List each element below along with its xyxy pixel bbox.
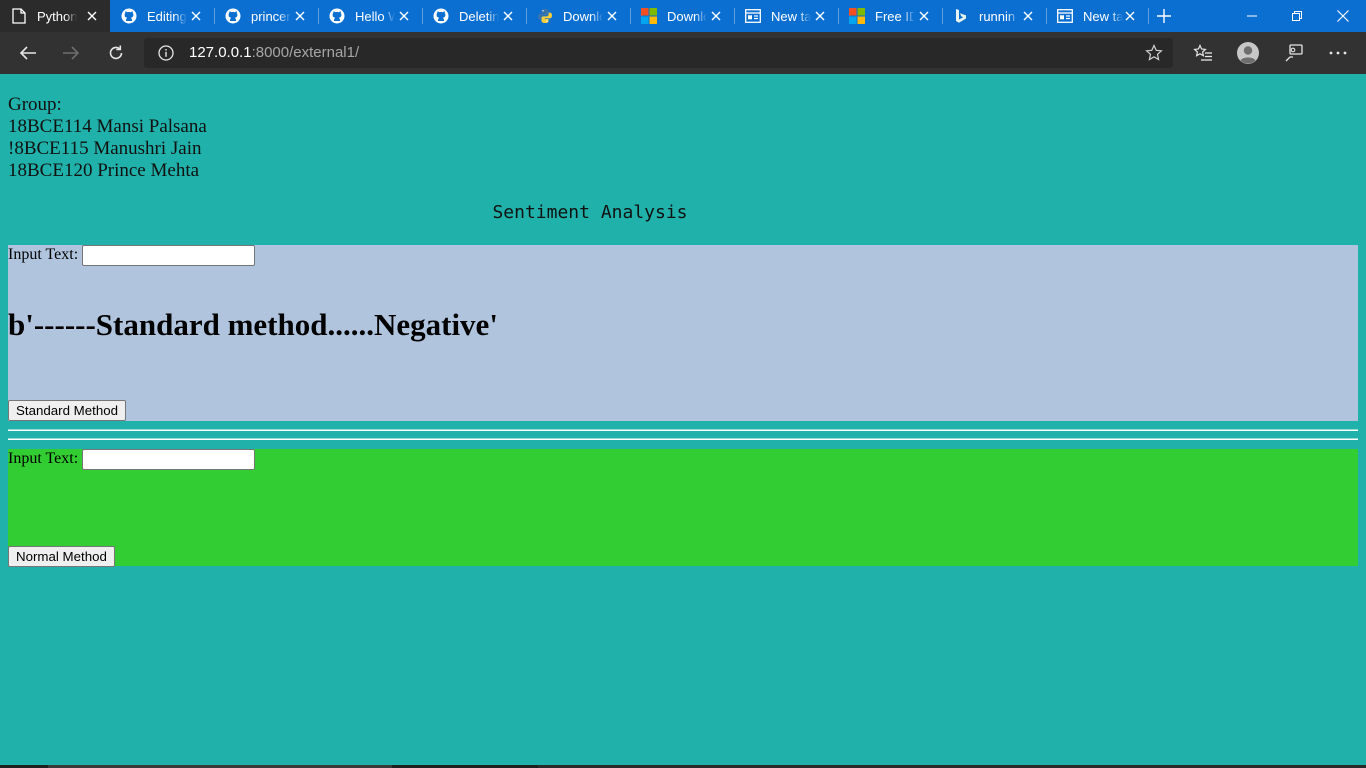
page-icon — [11, 8, 27, 24]
close-tab-icon[interactable] — [1020, 8, 1036, 24]
forward-button[interactable] — [59, 41, 83, 65]
tab-title: New ta — [1083, 8, 1123, 24]
favorites-icon[interactable] — [1191, 41, 1215, 65]
tab-title: Deletin — [459, 8, 499, 24]
input-text-label: Input Text: — [8, 450, 79, 467]
divider — [8, 429, 1358, 431]
refresh-button[interactable] — [104, 41, 128, 65]
tab-title: Downlo — [563, 8, 603, 24]
close-tab-icon[interactable] — [1122, 8, 1138, 24]
newtab-icon — [1057, 8, 1073, 24]
close-tab-icon[interactable] — [708, 8, 724, 24]
favorite-star-icon[interactable] — [1145, 44, 1163, 62]
input-text-label: Input Text: — [8, 246, 79, 263]
tab-new-tab-1[interactable]: New ta — [734, 0, 838, 32]
close-tab-icon[interactable] — [812, 8, 828, 24]
group-heading: Group: — [8, 94, 62, 115]
tab-deleting[interactable]: Deletin — [422, 0, 526, 32]
github-icon — [121, 8, 137, 24]
normal-method-form: Input Text: Normal Method — [8, 449, 1358, 567]
normal-input-text-field[interactable] — [82, 449, 255, 470]
bing-icon — [953, 8, 969, 24]
divider — [8, 438, 1358, 440]
tab-title: Hello W — [355, 8, 395, 24]
tab-download-python[interactable]: Downlo — [526, 0, 630, 32]
github-icon — [433, 8, 449, 24]
tab-python[interactable]: Python — [0, 0, 110, 32]
group-member: !8BCE115 Manushri Jain — [8, 138, 202, 159]
close-tab-icon[interactable] — [500, 8, 516, 24]
tab-separator — [1148, 8, 1149, 24]
close-tab-icon[interactable] — [604, 8, 620, 24]
standard-input-text-field[interactable] — [82, 245, 255, 266]
tab-editing[interactable]: Editing — [110, 0, 214, 32]
close-tab-icon[interactable] — [396, 8, 412, 24]
python-icon — [537, 8, 553, 24]
group-member: 18BCE120 Prince Mehta — [8, 160, 200, 181]
minimize-button[interactable] — [1229, 0, 1275, 32]
info-icon[interactable] — [158, 45, 174, 61]
close-window-button[interactable] — [1320, 0, 1366, 32]
standard-method-form: Input Text: b'------Standard method.....… — [8, 245, 1358, 421]
tab-free-ide[interactable]: Free ID — [838, 0, 942, 32]
url-path: :8000/external1/ — [251, 44, 360, 61]
github-icon — [225, 8, 241, 24]
tab-hello[interactable]: Hello W — [318, 0, 422, 32]
tab-title: New ta — [771, 8, 811, 24]
close-tab-icon[interactable] — [84, 8, 100, 24]
newtab-icon — [745, 8, 761, 24]
sentiment-result: b'------Standard method......Negative' — [8, 307, 498, 342]
microsoft-icon — [849, 8, 865, 24]
close-tab-icon[interactable] — [188, 8, 204, 24]
normal-method-button[interactable]: Normal Method — [8, 546, 115, 567]
microsoft-icon — [641, 8, 657, 24]
address-bar[interactable]: 127.0.0.1:8000/external1/ — [144, 38, 1173, 68]
tab-title: Free ID — [875, 8, 915, 24]
close-tab-icon[interactable] — [292, 8, 308, 24]
restore-button[interactable] — [1274, 0, 1320, 32]
tab-title: princer — [251, 8, 291, 24]
tab-strip: Python Editing princer Hello W Deletin D… — [0, 0, 1366, 32]
tab-title: Downlo — [667, 8, 707, 24]
tab-princer[interactable]: princer — [214, 0, 318, 32]
github-icon — [329, 8, 345, 24]
tab-download-microsoft[interactable]: Downlo — [630, 0, 734, 32]
read-aloud-icon[interactable] — [1282, 41, 1306, 65]
tab-title: Python — [37, 8, 77, 24]
page-content: Group: 18BCE114 Mansi Palsana !8BCE115 M… — [0, 74, 1366, 765]
address-url[interactable]: 127.0.0.1:8000/external1/ — [189, 44, 359, 61]
close-tab-icon[interactable] — [916, 8, 932, 24]
new-tab-button[interactable] — [1154, 7, 1174, 25]
profile-avatar-icon[interactable] — [1236, 41, 1260, 65]
group-info: Group: 18BCE114 Mansi Palsana !8BCE115 M… — [8, 94, 207, 182]
tab-new-tab-2[interactable]: New ta — [1046, 0, 1148, 32]
tab-title: Editing — [147, 8, 187, 24]
page-title: Sentiment Analysis — [492, 202, 688, 223]
tab-title: runnin — [979, 8, 1016, 24]
tab-running[interactable]: runnin — [942, 0, 1046, 32]
url-host: 127.0.0.1 — [189, 44, 252, 61]
more-options-icon[interactable] — [1326, 41, 1350, 65]
back-button[interactable] — [16, 41, 40, 65]
group-member: 18BCE114 Mansi Palsana — [8, 116, 207, 137]
standard-method-button[interactable]: Standard Method — [8, 400, 127, 421]
browser-toolbar: 127.0.0.1:8000/external1/ — [0, 32, 1366, 74]
